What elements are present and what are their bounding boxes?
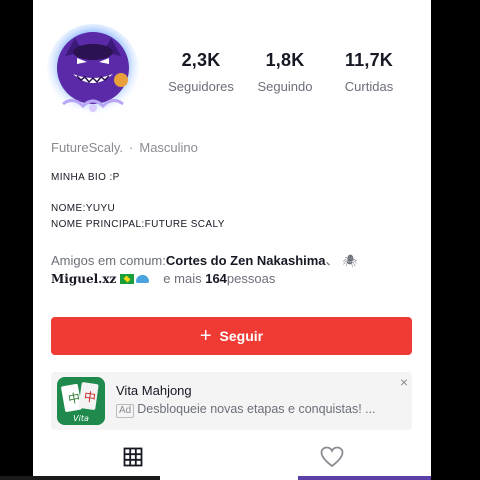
bio-line-2: NOME:YUYU (51, 203, 116, 214)
more-count: 164 (205, 271, 227, 286)
close-icon[interactable]: × (400, 374, 408, 390)
avatar-image (47, 24, 139, 116)
ad-description: Desbloqueie novas etapas e conquistas! .… (137, 402, 376, 416)
tab-videos[interactable] (33, 438, 232, 476)
meta-separator: · (129, 140, 134, 155)
ad-icon-text: Vita (73, 414, 89, 423)
profile-gender: Masculino (139, 140, 198, 155)
following-count: 1,8K (265, 50, 305, 70)
mutual-separator: 、 (325, 253, 339, 268)
ad-badge: Ad (116, 404, 135, 418)
profile-screen: 2,3K Seguidores 1,8K Seguindo 11,7K Curt… (33, 0, 431, 480)
svg-text:中: 中 (83, 389, 97, 406)
stat-following[interactable]: 1,8K Seguindo (245, 50, 325, 94)
mahjong-tiles-icon: 中 中 Vita (57, 377, 105, 425)
profile-stats: 2,3K Seguidores 1,8K Seguindo 11,7K Curt… (161, 50, 409, 94)
tab-liked[interactable] (232, 438, 431, 476)
mutual-friends-more[interactable]: Miguel.xz e mais 164 pessoas (51, 271, 275, 286)
followers-count: 2,3K (181, 50, 221, 70)
followers-label: Seguidores (168, 79, 234, 94)
profile-tabs (33, 438, 431, 480)
heart-icon (320, 446, 343, 468)
screen-bottom-edge (0, 476, 480, 480)
likes-label: Curtidas (344, 79, 394, 94)
mutual-prefix: Amigos em comum: (51, 253, 166, 268)
plus-icon: + (199, 325, 212, 347)
grid-icon (123, 447, 142, 467)
spider-icon: 🕷 (342, 254, 358, 268)
profile-meta: FutureScaly. · Masculino (51, 140, 198, 155)
follow-button[interactable]: + Seguir (51, 317, 412, 355)
stat-likes[interactable]: 11,7K Curtidas (329, 50, 409, 94)
more-prefix: e mais (163, 271, 202, 286)
ad-title: Vita Mahjong (116, 383, 192, 398)
follow-label: Seguir (219, 328, 264, 344)
svg-text:中: 中 (67, 390, 81, 407)
mutual-friend-1: Cortes do Zen Nakashima (165, 253, 326, 268)
stat-followers[interactable]: 2,3K Seguidores (161, 50, 241, 94)
bio-line-1: MINHA BIO :P (51, 172, 120, 183)
ad-card[interactable]: 中 中 Vita Vita Mahjong Ad Desbloqueie nova… (51, 372, 412, 430)
more-suffix: pessoas (226, 271, 276, 286)
ad-app-icon: 中 中 Vita (57, 377, 105, 425)
likes-count: 11,7K (344, 50, 394, 70)
mutual-friend-2: Miguel.xz (51, 271, 117, 286)
bio-line-3: NOME PRINCIPAL:FUTURE SCALY (51, 219, 225, 230)
avatar[interactable] (43, 22, 143, 122)
ad-description-row: Ad Desbloqueie novas etapas e conquistas!… (116, 402, 406, 418)
following-label: Seguindo (257, 79, 313, 94)
profile-name: FutureScaly. (51, 140, 124, 155)
mutual-friends[interactable]: Amigos em comum:Cortes do Zen Nakashima、… (51, 250, 357, 269)
brazil-flag-icon (120, 273, 135, 284)
cap-icon (136, 274, 150, 283)
